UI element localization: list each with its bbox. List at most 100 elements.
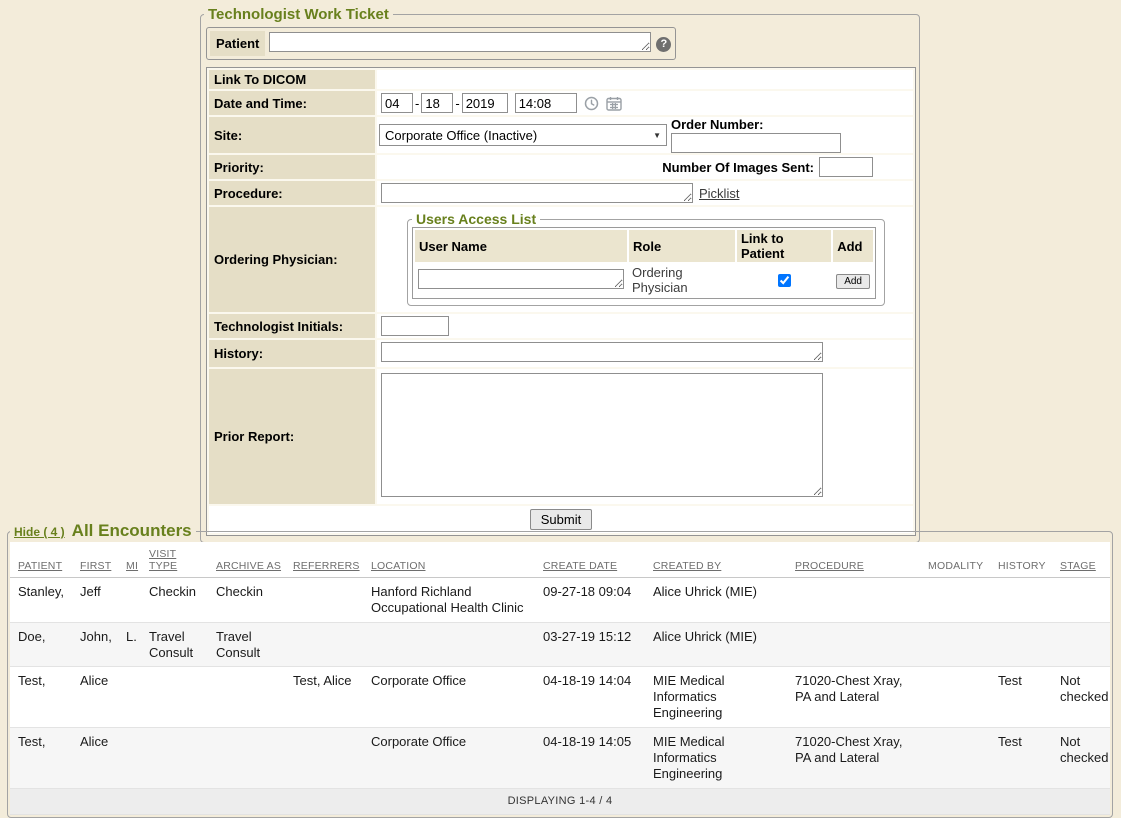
add-user-button[interactable]: Add — [836, 274, 870, 289]
cell-referrers — [285, 622, 363, 667]
cell-referrers: Test, Alice — [285, 667, 363, 728]
users-access-list-title: Users Access List — [412, 211, 540, 227]
cell-modality — [920, 728, 990, 789]
ordering-physician-label: Ordering Physician: — [209, 207, 375, 312]
column-header-patient[interactable]: PATIENT — [10, 542, 72, 578]
cell-location — [363, 622, 535, 667]
cell-archive-as — [208, 728, 285, 789]
cell-modality — [920, 667, 990, 728]
column-header-create-date[interactable]: CREATE DATE — [535, 542, 645, 578]
encounter-row[interactable]: Doe,John,L.Travel ConsultTravel Consult0… — [10, 622, 1110, 667]
cell-created-by: Alice Uhrick (MIE) — [645, 622, 787, 667]
cell-procedure — [787, 622, 920, 667]
user-name-input[interactable] — [418, 269, 624, 289]
picklist-link[interactable]: Picklist — [699, 186, 739, 201]
history-row: History: — [209, 340, 913, 367]
link-to-patient-header: Link to Patient — [737, 230, 831, 262]
encounters-table: PATIENTFIRSTMIVISIT TYPEARCHIVE ASREFERR… — [10, 542, 1110, 815]
date-separator-2: - — [455, 96, 459, 111]
cell-referrers — [285, 578, 363, 623]
column-header-modality: MODALITY — [920, 542, 990, 578]
patient-input[interactable] — [269, 32, 651, 52]
date-year-input[interactable] — [462, 93, 508, 113]
cell-visit-type: Travel Consult — [141, 622, 208, 667]
cell-create-date: 04-18-19 14:05 — [535, 728, 645, 789]
prior-report-row: Prior Report: — [209, 369, 913, 504]
cell-modality — [920, 578, 990, 623]
site-select[interactable]: Corporate Office (Inactive) ▼ — [379, 124, 667, 146]
history-input[interactable] — [381, 342, 823, 362]
cell-history: Test — [990, 667, 1052, 728]
encounter-row[interactable]: Test,AliceTest, AliceCorporate Office04-… — [10, 667, 1110, 728]
hide-link[interactable]: Hide ( 4 ) — [14, 525, 65, 539]
cell-create-date: 03-27-19 15:12 — [535, 622, 645, 667]
prior-report-input[interactable] — [381, 373, 823, 497]
technologist-initials-input[interactable] — [381, 316, 449, 336]
users-access-table: User Name Role Link to Patient Add Order… — [412, 227, 876, 299]
paging-status: DISPLAYING 1-4 / 4 — [10, 788, 1110, 814]
column-header-mi[interactable]: MI — [118, 542, 141, 578]
column-header-location[interactable]: LOCATION — [363, 542, 535, 578]
cell-location: Corporate Office — [363, 728, 535, 789]
cell-patient: Doe, — [10, 622, 72, 667]
link-to-patient-checkbox[interactable] — [778, 274, 791, 287]
clock-icon[interactable] — [584, 96, 599, 111]
column-header-archive-as[interactable]: ARCHIVE AS — [208, 542, 285, 578]
prior-report-label: Prior Report: — [209, 369, 375, 504]
cell-created-by: MIE Medical Informatics Engineering — [645, 728, 787, 789]
cell-history — [990, 578, 1052, 623]
cell-procedure: 71020-Chest Xray, PA and Lateral — [787, 667, 920, 728]
column-header-first[interactable]: FIRST — [72, 542, 118, 578]
encounter-row[interactable]: Test,AliceCorporate Office04-18-19 14:05… — [10, 728, 1110, 789]
date-time-row: Date and Time: - - — [209, 91, 913, 115]
column-header-visit-type[interactable]: VISIT TYPE — [141, 542, 208, 578]
help-icon[interactable]: ? — [656, 37, 671, 52]
role-value: Ordering Physician — [632, 265, 688, 295]
cell-mi — [118, 578, 141, 623]
encounter-row[interactable]: Stanley,JeffCheckinCheckinHanford Richla… — [10, 578, 1110, 623]
column-header-procedure[interactable]: PROCEDURE — [787, 542, 920, 578]
site-select-value: Corporate Office (Inactive) — [385, 128, 537, 143]
date-month-input[interactable] — [381, 93, 413, 113]
calendar-icon[interactable] — [606, 96, 622, 111]
column-header-created-by[interactable]: CREATED BY — [645, 542, 787, 578]
date-time-label: Date and Time: — [209, 91, 375, 115]
link-to-dicom-label: Link To DICOM — [209, 70, 375, 89]
order-number-input[interactable] — [671, 133, 841, 153]
technologist-initials-row: Technologist Initials: — [209, 314, 913, 338]
link-to-dicom-row: Link To DICOM — [209, 70, 913, 89]
images-sent-input[interactable] — [819, 157, 873, 177]
priority-label: Priority: — [209, 155, 375, 179]
role-header: Role — [629, 230, 735, 262]
procedure-input[interactable] — [381, 183, 693, 203]
patient-label: Patient — [210, 31, 265, 56]
technologist-initials-label: Technologist Initials: — [209, 314, 375, 338]
users-access-list-section: Users Access List User Name Role Link to… — [407, 211, 885, 306]
encounters-footer-row: DISPLAYING 1-4 / 4 — [10, 788, 1110, 814]
cell-created-by: MIE Medical Informatics Engineering — [645, 667, 787, 728]
cell-patient: Stanley, — [10, 578, 72, 623]
history-label: History: — [209, 340, 375, 367]
time-input[interactable] — [515, 93, 577, 113]
column-header-stage[interactable]: STAGE — [1052, 542, 1110, 578]
cell-stage — [1052, 622, 1110, 667]
date-day-input[interactable] — [421, 93, 453, 113]
cell-mi — [118, 667, 141, 728]
cell-location: Hanford Richland Occupational Health Cli… — [363, 578, 535, 623]
cell-stage: Not checked — [1052, 728, 1110, 789]
procedure-row: Procedure: Picklist — [209, 181, 913, 205]
work-ticket-title: Technologist Work Ticket — [204, 6, 393, 23]
order-number-label: Order Number: — [671, 117, 763, 132]
cell-first: Jeff — [72, 578, 118, 623]
cell-location: Corporate Office — [363, 667, 535, 728]
patient-box: Patient ? — [206, 27, 676, 60]
site-label: Site: — [209, 117, 375, 153]
cell-patient: Test, — [10, 728, 72, 789]
date-separator: - — [415, 96, 419, 111]
cell-mi: L. — [118, 622, 141, 667]
cell-stage — [1052, 578, 1110, 623]
cell-archive-as — [208, 667, 285, 728]
column-header-referrers[interactable]: REFERRERS — [285, 542, 363, 578]
all-encounters-section: Hide ( 4 ) All Encounters PATIENTFIRSTMI… — [7, 521, 1113, 818]
ordering-physician-row: Ordering Physician: Users Access List Us… — [209, 207, 913, 312]
